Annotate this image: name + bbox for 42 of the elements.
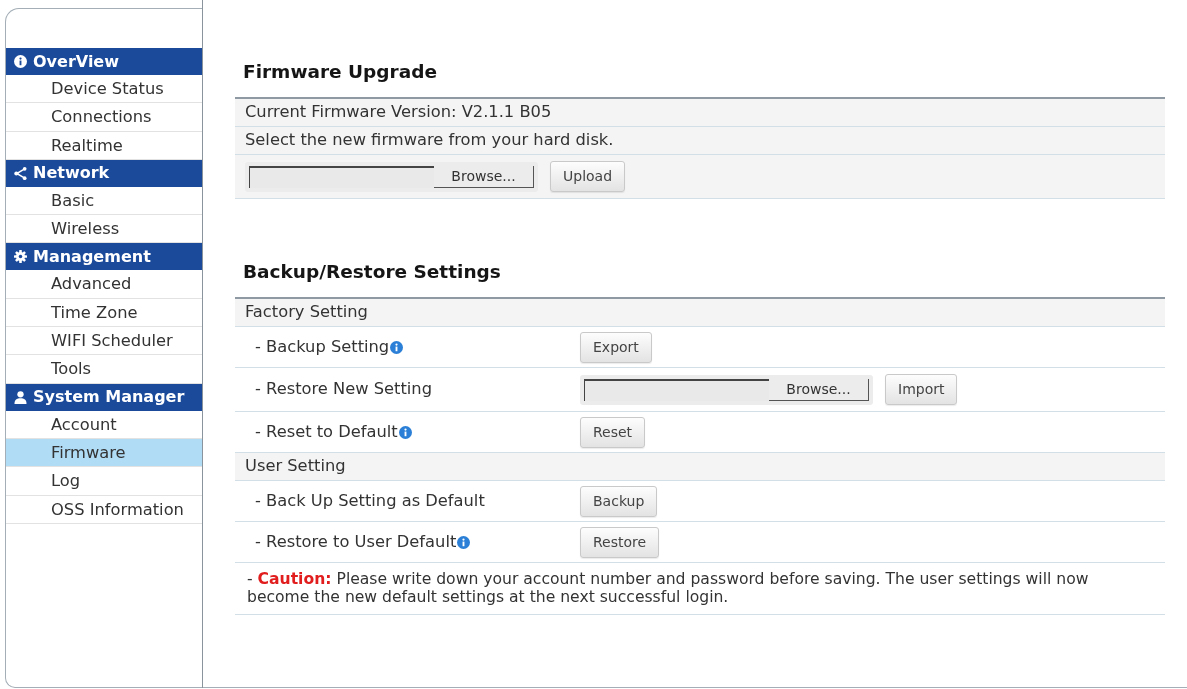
setting-label: - Restore New Setting xyxy=(255,378,432,401)
setting-label: - Restore to User Default xyxy=(255,530,457,553)
info-text: Select the new firmware from your hard disk. xyxy=(245,129,614,152)
sidebar-item[interactable]: Time Zone xyxy=(6,298,202,328)
setting-label: - Back Up Setting as Default xyxy=(255,489,485,512)
caution-note: - Caution: Please write down your account number and password before saving. The user settings will now become the new default settings at the next successful login. xyxy=(247,570,1090,606)
sidebar-item[interactable]: Device Status xyxy=(6,75,202,104)
action-button[interactable]: Restore xyxy=(580,526,660,558)
group-label: Factory Setting xyxy=(245,301,368,324)
sidebar-item[interactable]: Log xyxy=(6,467,202,496)
action-button[interactable]: Export xyxy=(580,331,652,363)
browse-button[interactable]: Browse... xyxy=(769,378,869,401)
action-button[interactable]: Import xyxy=(885,374,958,405)
sidebar-group-header[interactable]: Network xyxy=(6,159,202,187)
share-icon xyxy=(14,166,27,180)
info-text: Current Firmware Version: V2.1.1 B05 xyxy=(245,101,552,124)
sidebar-group-header[interactable]: System Manager xyxy=(6,383,202,411)
sidebar-item[interactable]: Tools xyxy=(6,355,202,384)
sidebar-item[interactable]: Basic xyxy=(6,186,202,216)
action-button[interactable]: Reset xyxy=(580,416,646,448)
sidebar-item[interactable]: WIFI Scheduler xyxy=(6,327,202,356)
sidebar-group-header[interactable]: Management xyxy=(6,243,202,271)
gear-icon xyxy=(14,250,27,264)
sidebar-group-header[interactable]: OverView xyxy=(6,48,202,75)
section-heading: Backup/Restore Settings xyxy=(243,261,501,283)
info-icon xyxy=(14,55,27,68)
action-button[interactable]: Backup xyxy=(580,485,658,517)
action-button[interactable]: Upload xyxy=(550,161,626,192)
sidebar-item[interactable]: OSS Information xyxy=(6,495,202,524)
file-picker[interactable]: Browse... xyxy=(580,374,873,405)
sidebar-item[interactable]: Realtime xyxy=(6,131,202,160)
sidebar-item[interactable]: Firmware xyxy=(6,438,202,468)
user-icon xyxy=(14,390,27,404)
sidebar-item[interactable]: Advanced xyxy=(6,270,202,299)
browse-button[interactable]: Browse... xyxy=(434,165,534,188)
setting-label: - Reset to Default xyxy=(255,420,398,443)
file-picker[interactable]: Browse... xyxy=(245,161,538,192)
sidebar-item[interactable]: Account xyxy=(6,410,202,439)
sidebar-item[interactable]: Connections xyxy=(6,103,202,132)
setting-label: - Backup Setting xyxy=(255,335,390,358)
group-label: User Setting xyxy=(245,455,346,478)
section-heading: Firmware Upgrade xyxy=(243,61,437,83)
